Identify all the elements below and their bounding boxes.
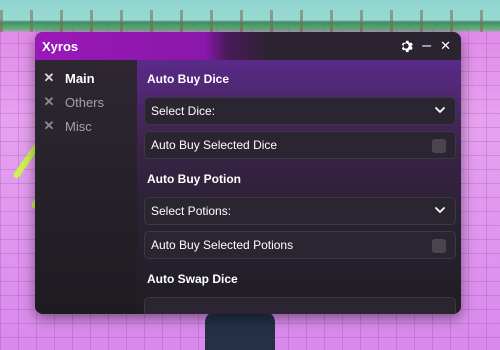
auto-buy-dice-toggle[interactable]: Auto Buy Selected Dice — [144, 131, 456, 159]
select-dice-dropdown[interactable]: Select Dice: — [144, 97, 456, 125]
swap-dice-dropdown[interactable] — [144, 297, 456, 314]
chevron-down-icon — [435, 207, 445, 214]
dropdown-label: Select Dice: — [151, 104, 216, 118]
dropdown-label: Select Potions: — [151, 204, 232, 218]
sidebar-item-label: Main — [65, 70, 95, 86]
x-icon: ✕ — [43, 118, 55, 133]
sidebar-item-misc[interactable]: ✕ Misc — [35, 114, 137, 138]
minimize-button[interactable]: – — [422, 36, 431, 56]
title-bar[interactable]: Xyros – ✕ — [35, 32, 461, 60]
close-button[interactable]: ✕ — [440, 36, 451, 56]
section-title: Auto Swap Dice — [147, 272, 238, 286]
main-panel: Auto Buy Dice Select Dice: Auto Buy Sele… — [137, 60, 461, 314]
select-potions-dropdown[interactable]: Select Potions: — [144, 197, 456, 225]
background-fence — [0, 10, 500, 32]
window-title: Xyros — [42, 38, 79, 54]
toggle-label: Auto Buy Selected Potions — [151, 238, 294, 252]
toggle-checkbox[interactable] — [432, 239, 446, 253]
sidebar-item-label: Others — [65, 94, 105, 110]
section-title: Auto Buy Potion — [147, 172, 241, 186]
x-icon: ✕ — [43, 94, 55, 109]
script-window: Xyros – ✕ ✕ Main ✕ Others ✕ Misc Auto Bu… — [35, 32, 461, 314]
auto-buy-potions-toggle[interactable]: Auto Buy Selected Potions — [144, 231, 456, 259]
chevron-down-icon — [435, 107, 445, 114]
toggle-checkbox[interactable] — [432, 139, 446, 153]
sidebar-item-others[interactable]: ✕ Others — [35, 90, 137, 114]
window-actions: – ✕ — [399, 36, 451, 56]
toggle-label: Auto Buy Selected Dice — [151, 138, 278, 152]
sidebar-item-label: Misc — [65, 118, 92, 134]
background-avatar — [205, 312, 275, 350]
gear-icon[interactable] — [399, 36, 414, 56]
section-title: Auto Buy Dice — [147, 72, 230, 86]
sidebar-item-main[interactable]: ✕ Main — [35, 66, 137, 90]
sidebar: ✕ Main ✕ Others ✕ Misc — [35, 60, 137, 314]
x-icon: ✕ — [43, 70, 55, 85]
